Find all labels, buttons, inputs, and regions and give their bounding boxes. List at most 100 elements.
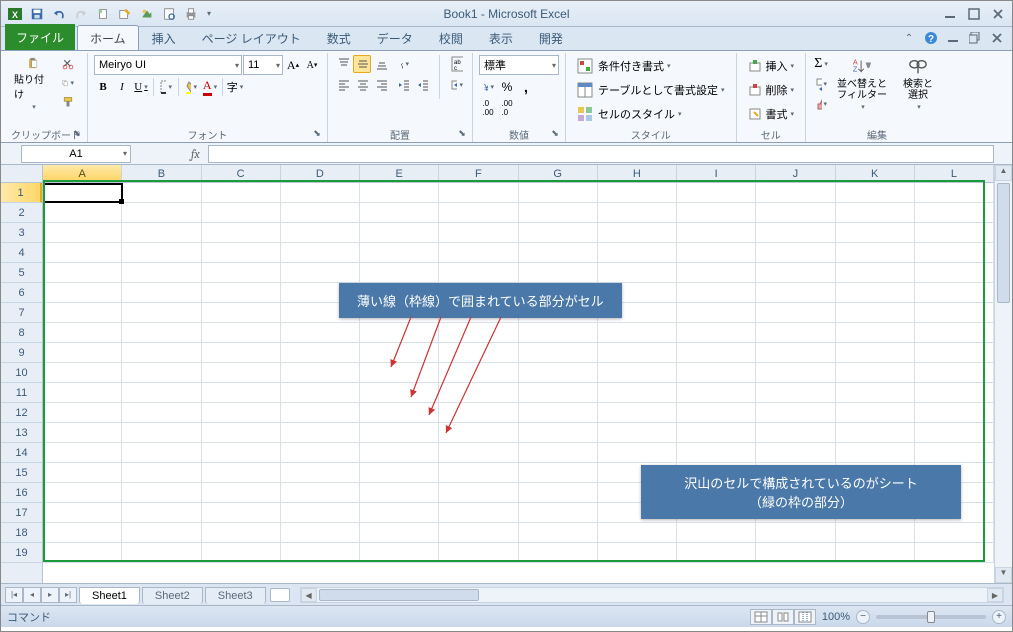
cell[interactable] bbox=[202, 203, 281, 223]
cell[interactable] bbox=[677, 423, 756, 443]
font-name-combo[interactable]: Meiryo UI▾ bbox=[94, 55, 242, 75]
vertical-scrollbar[interactable]: ▲ ▼ bbox=[994, 165, 1012, 583]
cell[interactable] bbox=[281, 543, 360, 563]
workbook-close-icon[interactable] bbox=[988, 30, 1006, 46]
cell[interactable] bbox=[202, 263, 281, 283]
cell[interactable] bbox=[756, 363, 835, 383]
cell[interactable] bbox=[43, 263, 122, 283]
tab-first-icon[interactable]: |◂ bbox=[5, 587, 23, 603]
cell[interactable] bbox=[360, 343, 439, 363]
decrease-indent-icon[interactable] bbox=[394, 76, 412, 94]
tab-file[interactable]: ファイル bbox=[5, 24, 75, 50]
cell[interactable] bbox=[836, 223, 915, 243]
delete-cells-button[interactable]: 削除 bbox=[743, 79, 800, 101]
sheet-tab-3[interactable]: Sheet3 bbox=[205, 587, 266, 604]
cell[interactable] bbox=[281, 203, 360, 223]
cell[interactable] bbox=[122, 183, 201, 203]
cell[interactable] bbox=[519, 243, 598, 263]
cell[interactable] bbox=[439, 323, 518, 343]
cell[interactable] bbox=[360, 243, 439, 263]
cell[interactable] bbox=[915, 183, 994, 203]
cell[interactable] bbox=[756, 343, 835, 363]
col-header-E[interactable]: E bbox=[360, 165, 439, 182]
cell[interactable] bbox=[915, 323, 994, 343]
tab-home[interactable]: ホーム bbox=[77, 25, 139, 50]
cell[interactable] bbox=[677, 303, 756, 323]
cell[interactable] bbox=[202, 443, 281, 463]
cell[interactable] bbox=[677, 523, 756, 543]
row-header-12[interactable]: 12 bbox=[1, 403, 42, 423]
cell[interactable] bbox=[360, 483, 439, 503]
col-header-A[interactable]: A bbox=[43, 165, 122, 182]
cell[interactable] bbox=[122, 263, 201, 283]
col-header-C[interactable]: C bbox=[202, 165, 281, 182]
align-bottom-icon[interactable] bbox=[372, 55, 390, 73]
cell[interactable] bbox=[281, 383, 360, 403]
increase-decimal-icon[interactable]: .0.00 bbox=[479, 99, 497, 117]
cell[interactable] bbox=[756, 383, 835, 403]
row-header-19[interactable]: 19 bbox=[1, 543, 42, 563]
cell-grid[interactable] bbox=[43, 183, 994, 583]
cell[interactable] bbox=[439, 223, 518, 243]
cell[interactable] bbox=[598, 243, 677, 263]
cell[interactable] bbox=[122, 463, 201, 483]
clipboard-launcher-icon[interactable]: ⬊ bbox=[70, 126, 84, 140]
qat-btn-3[interactable] bbox=[137, 5, 157, 23]
cell[interactable] bbox=[677, 203, 756, 223]
col-header-F[interactable]: F bbox=[439, 165, 518, 182]
cell[interactable] bbox=[360, 323, 439, 343]
col-header-D[interactable]: D bbox=[281, 165, 360, 182]
cell[interactable] bbox=[519, 263, 598, 283]
qat-customize-icon[interactable]: ▾ bbox=[203, 5, 215, 23]
cell[interactable] bbox=[360, 543, 439, 563]
cell[interactable] bbox=[202, 363, 281, 383]
col-header-J[interactable]: J bbox=[756, 165, 835, 182]
cell[interactable] bbox=[756, 443, 835, 463]
cell[interactable] bbox=[756, 423, 835, 443]
row-header-9[interactable]: 9 bbox=[1, 343, 42, 363]
cell[interactable] bbox=[281, 363, 360, 383]
cell[interactable] bbox=[519, 403, 598, 423]
conditional-format-button[interactable]: 条件付き書式 bbox=[572, 55, 676, 77]
cell[interactable] bbox=[122, 443, 201, 463]
cell[interactable] bbox=[122, 363, 201, 383]
cell[interactable] bbox=[677, 543, 756, 563]
cell[interactable] bbox=[677, 323, 756, 343]
cell[interactable] bbox=[677, 383, 756, 403]
font-color-icon[interactable]: A bbox=[201, 78, 219, 96]
sheet-tab-active[interactable]: Sheet1 bbox=[79, 587, 140, 604]
select-all-corner[interactable] bbox=[1, 165, 43, 183]
column-headers[interactable]: ABCDEFGHIJKL bbox=[43, 165, 994, 183]
cell[interactable] bbox=[281, 243, 360, 263]
tab-data[interactable]: データ bbox=[364, 25, 426, 50]
cut-icon[interactable] bbox=[59, 55, 77, 73]
new-sheet-icon[interactable] bbox=[270, 588, 290, 602]
underline-icon[interactable]: U bbox=[132, 78, 150, 96]
cell[interactable] bbox=[439, 503, 518, 523]
align-top-icon[interactable] bbox=[334, 55, 352, 73]
cell[interactable] bbox=[836, 243, 915, 263]
cell[interactable] bbox=[756, 403, 835, 423]
cell[interactable] bbox=[915, 223, 994, 243]
view-pagelayout-icon[interactable] bbox=[772, 609, 794, 625]
cell[interactable] bbox=[519, 443, 598, 463]
cell[interactable] bbox=[598, 223, 677, 243]
excel-app-icon[interactable]: X bbox=[5, 5, 25, 23]
cell[interactable] bbox=[519, 463, 598, 483]
cell[interactable] bbox=[519, 203, 598, 223]
cell[interactable] bbox=[43, 223, 122, 243]
cell[interactable] bbox=[598, 423, 677, 443]
cell[interactable] bbox=[756, 243, 835, 263]
comma-icon[interactable]: , bbox=[517, 78, 535, 96]
cell[interactable] bbox=[43, 283, 122, 303]
cell[interactable] bbox=[122, 503, 201, 523]
clear-icon[interactable] bbox=[812, 95, 830, 113]
cell[interactable] bbox=[202, 423, 281, 443]
cell[interactable] bbox=[836, 403, 915, 423]
tab-next-icon[interactable]: ▸ bbox=[41, 587, 59, 603]
cell[interactable] bbox=[360, 423, 439, 443]
minimize-ribbon-icon[interactable]: ⌃ bbox=[900, 30, 918, 46]
zoom-in-icon[interactable]: + bbox=[992, 610, 1006, 624]
cell[interactable] bbox=[202, 323, 281, 343]
cell[interactable] bbox=[598, 183, 677, 203]
